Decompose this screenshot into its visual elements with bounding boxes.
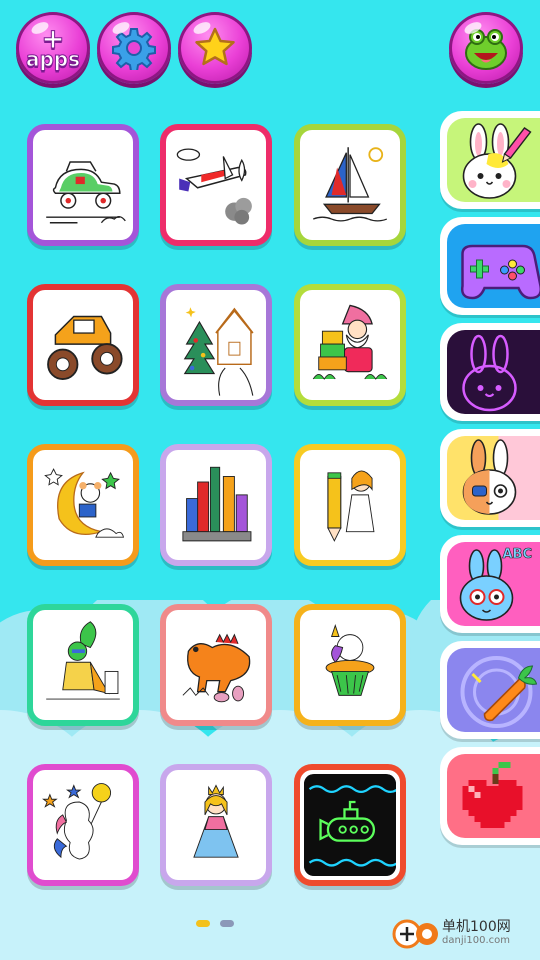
more-apps-button[interactable]: + apps <box>16 12 90 84</box>
coloring-page-unicorn-cupcake[interactable] <box>294 604 406 726</box>
character-button[interactable] <box>449 12 523 84</box>
panel-bg <box>447 754 540 838</box>
watermark-logo <box>392 918 438 950</box>
watermark-url: danji100.com <box>442 935 510 946</box>
abc-bunny-icon: ABC <box>459 547 533 621</box>
castle-drawing <box>182 466 252 542</box>
favorites-button[interactable] <box>178 12 252 84</box>
winter-house-drawing <box>183 307 254 396</box>
category-glow[interactable] <box>440 323 540 421</box>
category-abc[interactable]: ABC <box>440 535 540 633</box>
coloring-page-airplane[interactable] <box>160 124 272 246</box>
apps-text: apps <box>25 47 81 71</box>
coloring-page-car[interactable] <box>27 124 139 246</box>
category-games[interactable] <box>440 217 540 315</box>
coloring-page-castle[interactable] <box>160 444 272 566</box>
coloring-page-dinosaur[interactable] <box>160 604 272 726</box>
coloring-page-glow-submarine[interactable] <box>294 764 406 886</box>
panel-bg: ABC <box>447 542 540 626</box>
panel-bg <box>447 224 540 308</box>
princess-drawing <box>193 784 239 858</box>
settings-button[interactable] <box>97 12 171 84</box>
coloring-page-moon-bear[interactable] <box>27 444 139 566</box>
glow-submarine-drawing <box>304 774 396 876</box>
pencil-girl-drawing <box>327 470 375 542</box>
coloring-page-winter-house[interactable] <box>160 284 272 406</box>
airplane-drawing <box>176 148 252 225</box>
coloring-bunny-icon <box>462 123 532 199</box>
car-drawing <box>46 161 126 224</box>
coloring-page-superhero[interactable] <box>27 604 139 726</box>
watermark-cn: 单机100网 <box>442 919 511 935</box>
page-dot-active[interactable] <box>196 920 210 927</box>
panel-bg <box>447 330 540 414</box>
sailboat-drawing <box>312 147 388 222</box>
unicorn-cupcake-drawing <box>325 623 375 696</box>
dinosaur-drawing <box>182 633 251 703</box>
panel-bg <box>447 436 540 520</box>
abc-label: ABC <box>503 547 533 562</box>
category-carrot-game[interactable] <box>440 641 540 739</box>
moon-bear-drawing <box>44 468 125 538</box>
superhero-drawing <box>46 621 120 700</box>
category-pirate-bunny[interactable] <box>440 429 540 527</box>
gamepad-icon <box>460 244 540 300</box>
pirate-bunny-icon <box>462 439 517 515</box>
watermark: 单机100网 danji100.com <box>392 918 511 950</box>
category-coloring[interactable] <box>440 111 540 209</box>
unicorn-balloon-drawing <box>42 783 112 860</box>
panel-bg <box>447 648 540 732</box>
pixel-apple-icon <box>462 762 523 828</box>
category-pixel-art[interactable] <box>440 747 540 845</box>
coloring-page-gift-gnome[interactable] <box>294 284 406 406</box>
carrot-icon <box>460 656 538 728</box>
gift-gnome-drawing <box>312 304 388 380</box>
coloring-page-monster-truck[interactable] <box>27 284 139 406</box>
page-dot[interactable] <box>220 920 234 927</box>
monster-truck-drawing <box>47 315 123 380</box>
coloring-page-unicorn-balloon[interactable] <box>27 764 139 886</box>
panel-bg <box>447 118 540 202</box>
page-indicator <box>196 920 234 927</box>
glow-bunny-icon <box>462 334 517 412</box>
coloring-page-princess[interactable] <box>160 764 272 886</box>
coloring-page-sailboat[interactable] <box>294 124 406 246</box>
coloring-page-pencil-girl[interactable] <box>294 444 406 566</box>
